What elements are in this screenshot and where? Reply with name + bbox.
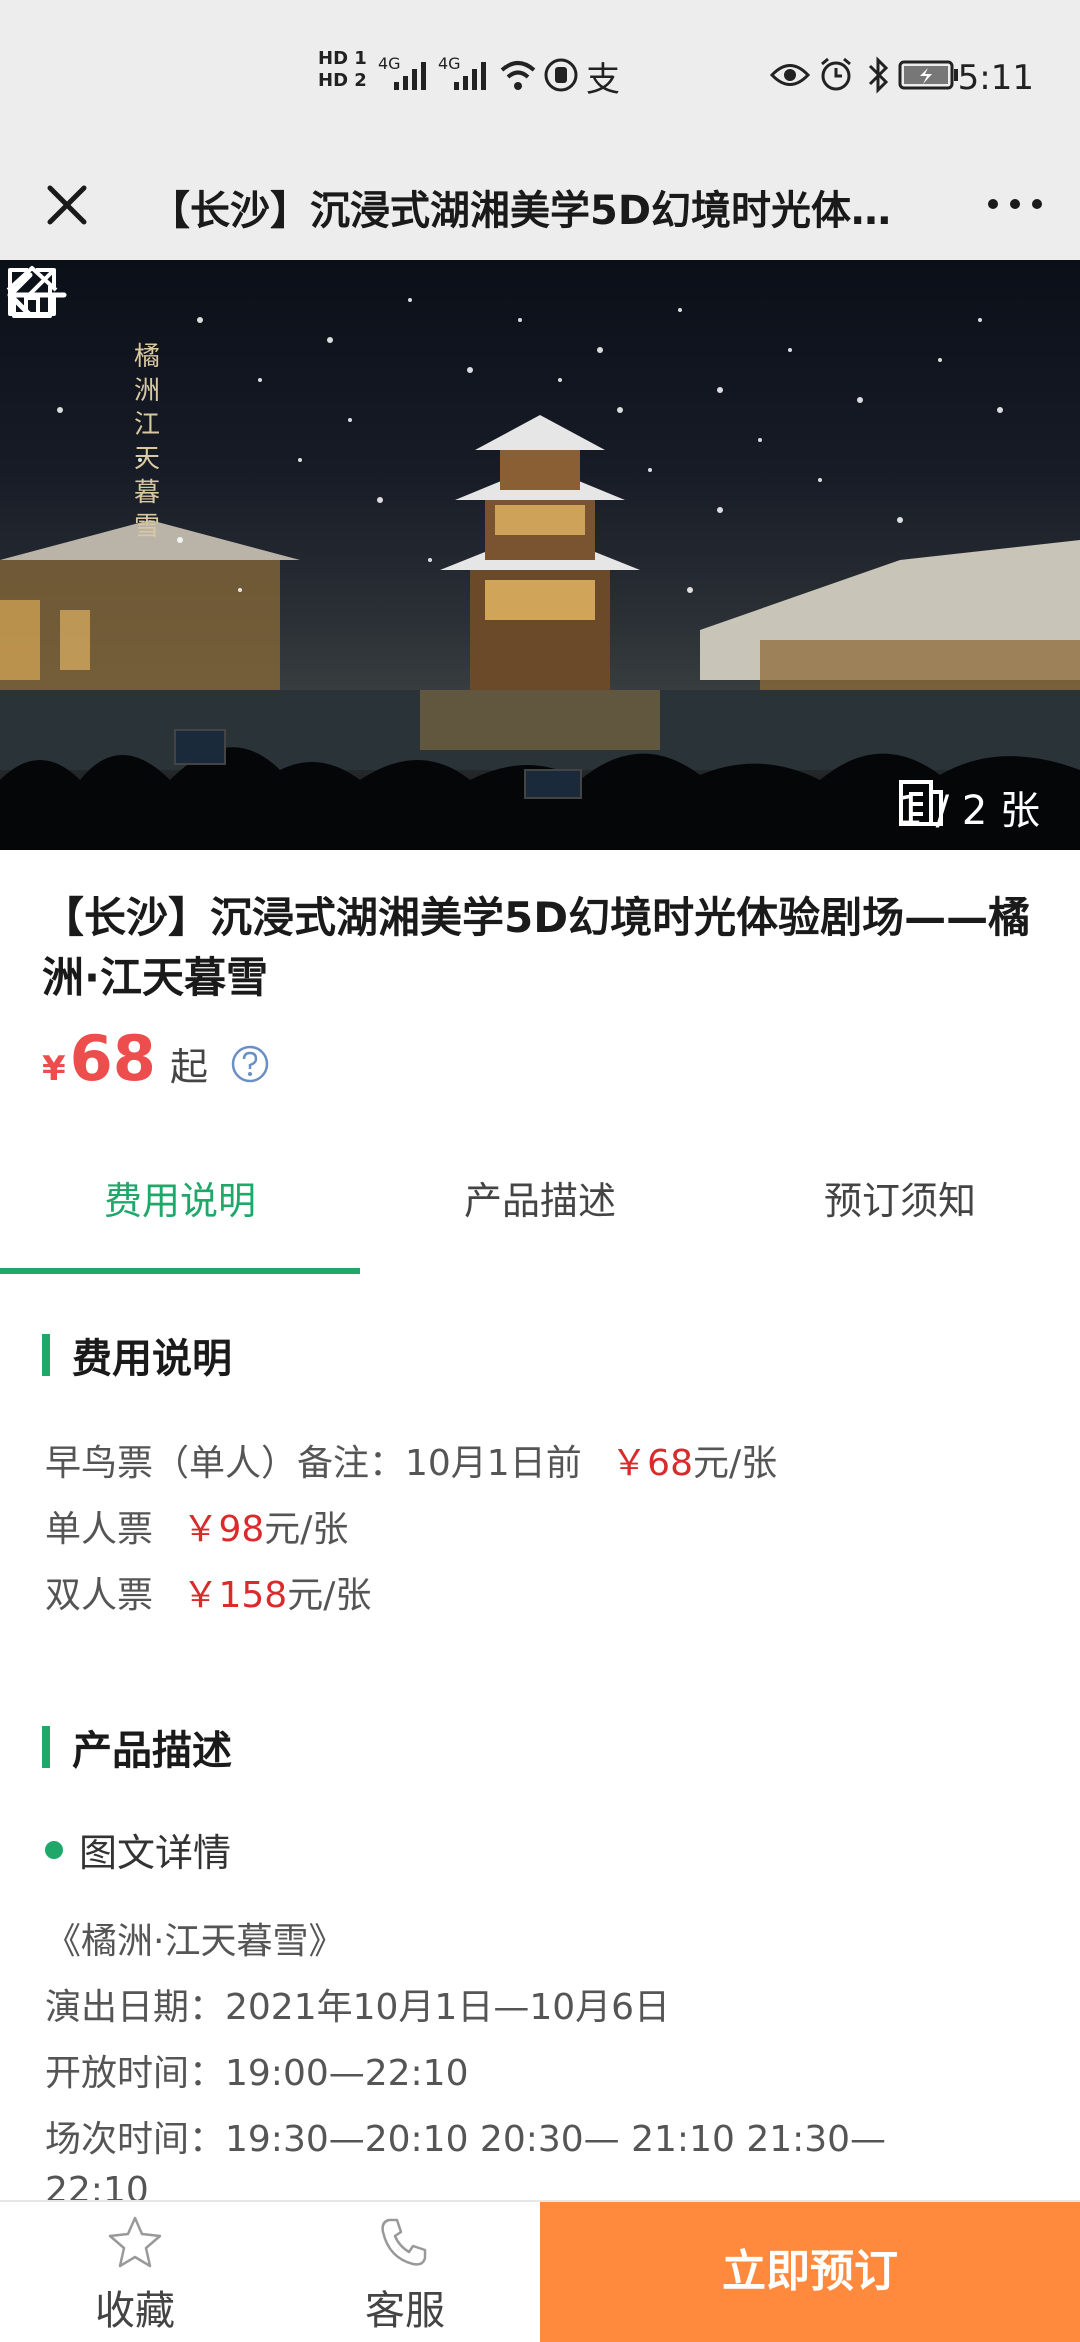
favorite-button[interactable]: 收藏 <box>0 2202 270 2342</box>
description-section-heading: 产品描述 <box>42 1718 232 1776</box>
alarm-icon <box>821 57 851 91</box>
description-section-title: 产品描述 <box>72 1728 232 1774</box>
description-subheading-text: 图文详情 <box>79 1831 232 1875</box>
price-currency: ¥ <box>42 1049 66 1089</box>
tab-product-description[interactable]: 产品描述 <box>360 1170 720 1225</box>
fee-unit: 元/张 <box>287 1575 372 1616</box>
favorite-label: 收藏 <box>95 2288 175 2334</box>
bottom-action-bar: 收藏 客服 立即预订 <box>0 2200 1080 2342</box>
close-icon[interactable] <box>30 168 104 242</box>
description-line: 场次时间：19:30—20:10 20:30— 21:10 21:30— <box>45 2119 887 2160</box>
fee-price: ￥98 <box>182 1509 265 1550</box>
fee-price: ￥68 <box>611 1443 693 1484</box>
status-bar: HD 1 HD 2 4G 4G 支 5:11 <box>0 0 1080 150</box>
customer-service-label: 客服 <box>365 2288 445 2334</box>
wifi-icon <box>500 61 536 90</box>
image-counter: 1 / 2 张 <box>897 778 1040 836</box>
fee-name: 双人票 <box>45 1575 154 1616</box>
nav-title: 【长沙】沉浸式湖湘美学5D幻境时光体验剧场——橘洲·江天暮雪 <box>150 188 920 234</box>
dual-sim-indicator: HD 1 HD 2 <box>318 48 367 91</box>
description-subheading: 图文详情 <box>45 1822 231 1877</box>
fee-item-early-bird: 早鸟票（单人）备注：10月1日前 ￥68元/张 <box>45 1434 777 1486</box>
clock-time: 5:11 <box>957 58 1034 98</box>
section-marker <box>42 1334 50 1376</box>
fee-unit: 元/张 <box>264 1509 349 1550</box>
price-value: 68 <box>69 1022 156 1095</box>
hero-image-carousel[interactable]: 橘洲江天暮雪 1 / 2 张 <box>0 260 1080 850</box>
eye-icon <box>770 64 810 86</box>
tab-fee-info[interactable]: 费用说明 <box>0 1170 360 1225</box>
phone-icon <box>381 2218 427 2266</box>
description-line: 演出日期：2021年10月1日—10月6日 <box>45 1987 671 2028</box>
fee-item-single: 单人票 ￥98元/张 <box>45 1500 348 1552</box>
price-suffix: 起 <box>169 1045 208 1089</box>
price-help-icon[interactable] <box>230 1044 270 1084</box>
bullet-dot <box>45 1840 63 1859</box>
tab-booking-notes[interactable]: 预订须知 <box>720 1170 1080 1225</box>
hero-watermark-text: 橘洲江天暮雪 <box>133 342 160 542</box>
star-icon <box>108 2216 162 2268</box>
share-icon[interactable] <box>0 260 64 324</box>
description-line: 开放时间：19:00—22:10 <box>45 2053 469 2094</box>
active-tab-indicator <box>0 1268 360 1274</box>
bluetooth-icon <box>868 56 889 94</box>
fees-section-heading: 费用说明 <box>42 1326 232 1384</box>
fee-item-double: 双人票 ￥158元/张 <box>45 1566 371 1618</box>
product-title: 【长沙】沉浸式湖湘美学5D幻境时光体验剧场——橘洲·江天暮雪 <box>42 893 1031 1002</box>
hero-scene <box>0 298 1080 850</box>
customer-service-button[interactable]: 客服 <box>270 2202 540 2342</box>
detail-tabs: 费用说明 产品描述 预订须知 <box>0 1132 1080 1274</box>
fees-section-title: 费用说明 <box>72 1336 232 1382</box>
section-marker <box>42 1726 50 1768</box>
gallery-icon <box>899 780 944 826</box>
price-row: ¥ 68 起 <box>42 1022 208 1095</box>
fee-name: 早鸟票（单人）备注：10月1日前 <box>45 1443 582 1484</box>
signal-icon-2 <box>454 62 486 90</box>
alipay-icon: 支 <box>586 60 620 100</box>
battery-icon <box>898 60 958 90</box>
more-options-icon[interactable] <box>980 174 1050 234</box>
hand-shield-icon <box>544 58 578 92</box>
description-line: 《橘洲·江天暮雪》 <box>45 1921 345 1962</box>
top-nav-bar: 【长沙】沉浸式湖湘美学5D幻境时光体验剧场——橘洲·江天暮雪 <box>0 150 1080 260</box>
fee-name: 单人票 <box>45 1509 154 1550</box>
fee-price: ￥158 <box>182 1575 288 1616</box>
fee-unit: 元/张 <box>692 1443 778 1484</box>
book-now-button[interactable]: 立即预订 <box>540 2202 1080 2342</box>
signal-icon-1 <box>394 62 426 90</box>
